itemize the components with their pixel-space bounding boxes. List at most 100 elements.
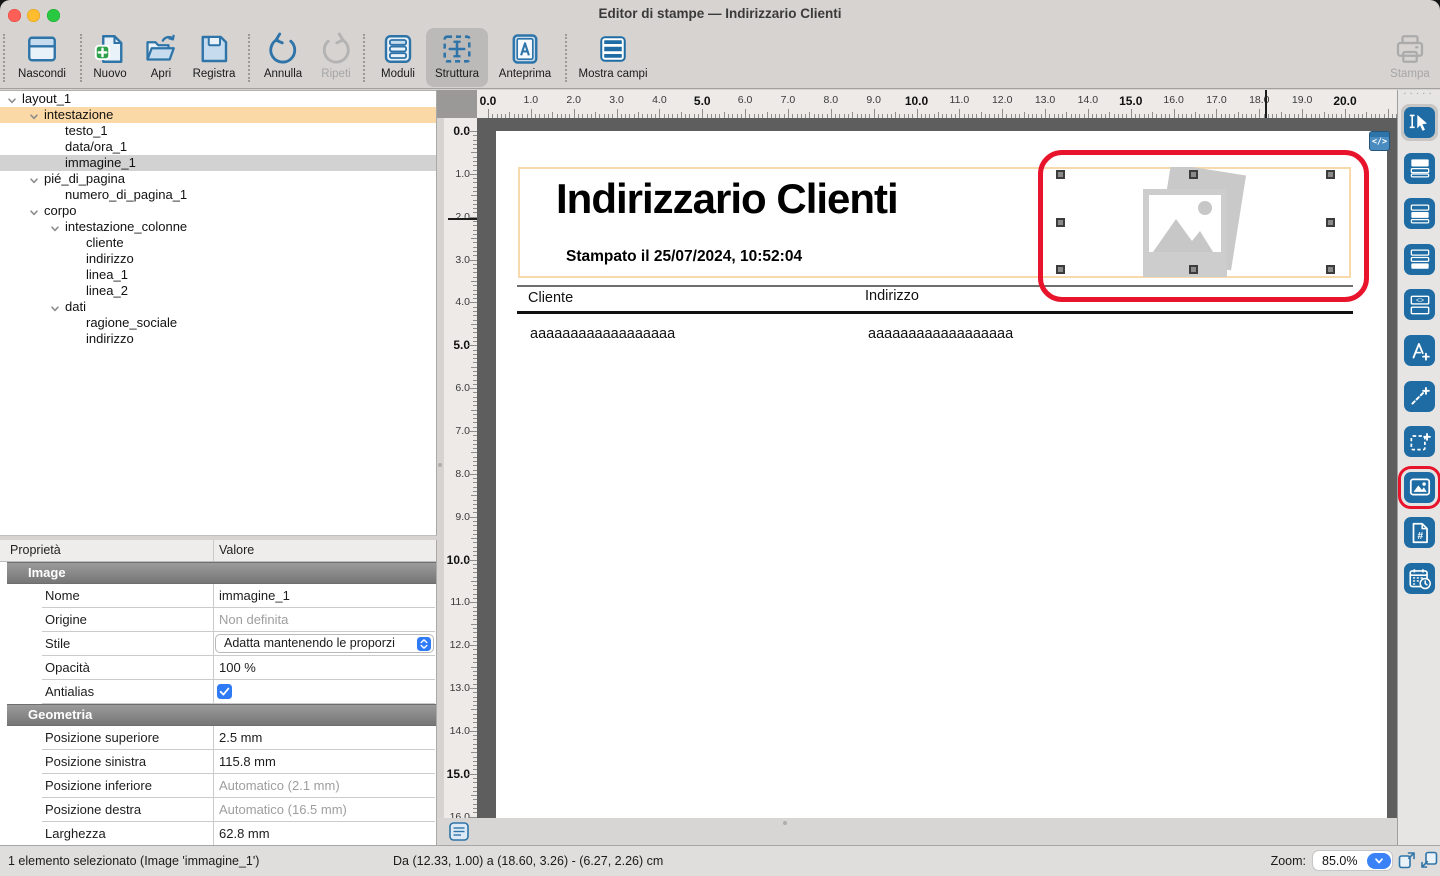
tree-item-indirizzo[interactable]: indirizzo <box>0 331 436 347</box>
ruler-label: 2.0 <box>566 94 581 106</box>
tree-item-dati[interactable]: dati <box>0 299 436 315</box>
toolbar-button-registra[interactable]: Registra <box>179 30 249 86</box>
toolbar-button-mostra_campi[interactable]: Mostra campi <box>578 30 648 86</box>
chevron-down-icon[interactable] <box>1367 853 1391 869</box>
chevron-down-icon[interactable] <box>29 206 39 216</box>
select-tool[interactable] <box>1404 107 1435 138</box>
property-row-nome[interactable]: Nome immagine_1 <box>42 584 435 608</box>
selection-handle[interactable] <box>1326 218 1335 227</box>
ruler-label: 15.0 <box>447 767 470 781</box>
canvas-viewport[interactable]: Indirizzario Clienti Stampato il 25/07/2… <box>477 118 1397 818</box>
chevron-down-icon[interactable] <box>7 94 17 104</box>
zoom-to-window-icon[interactable] <box>1420 851 1438 869</box>
chevron-down-icon[interactable] <box>29 110 39 120</box>
toolbar-button-anteprima[interactable]: Anteprima <box>490 30 560 86</box>
add-text-tool[interactable] <box>1404 335 1435 366</box>
add-page-number-tool[interactable]: # <box>1404 517 1435 548</box>
add-column-band-tool[interactable] <box>1404 198 1435 229</box>
ruler-label: 17.0 <box>1206 94 1226 106</box>
tree-item-immagine-1[interactable]: immagine_1 <box>0 155 436 171</box>
sidebar-drag-handle[interactable]: ····· <box>1398 88 1440 99</box>
tree-item-label: ragione_sociale <box>86 315 177 331</box>
column-header-cliente[interactable]: Cliente <box>528 290 573 306</box>
add-image-tool[interactable] <box>1404 472 1435 503</box>
tree-item-data-ora-1[interactable]: data/ora_1 <box>0 139 436 155</box>
property-row-antialias[interactable]: Antialias <box>42 680 435 704</box>
property-row-posizione-sinistra[interactable]: Posizione sinistra115.8 mm <box>42 750 435 774</box>
image-placeholder-icon <box>1141 167 1253 279</box>
selection-handle[interactable] <box>1056 265 1065 274</box>
property-row-posizione-superiore[interactable]: Posizione superiore2.5 mm <box>42 726 435 750</box>
tree-item-label: corpo <box>44 203 77 219</box>
chevron-down-icon[interactable] <box>50 302 60 312</box>
chevron-down-icon[interactable] <box>29 174 39 184</box>
property-row-posizione-destra[interactable]: Posizione destraAutomatico (16.5 mm) <box>42 798 435 822</box>
report-page[interactable]: Indirizzario Clienti Stampato il 25/07/2… <box>496 131 1387 818</box>
data-cell-indirizzo[interactable]: aaaaaaaaaaaaaaaaaa <box>868 326 1013 342</box>
ruler-label: 16.0 <box>450 811 470 818</box>
image-element-placeholder[interactable] <box>1141 167 1253 279</box>
property-row-posizione-inferiore[interactable]: Posizione inferioreAutomatico (2.1 mm) <box>42 774 435 798</box>
tree-item-intestazione-colonne[interactable]: intestazione_colonne <box>0 219 436 235</box>
selection-handle[interactable] <box>1189 170 1198 179</box>
property-row-opacit-[interactable]: Opacità100 % <box>42 656 435 680</box>
zoom-select[interactable]: 85.0% <box>1312 850 1393 871</box>
report-title-text[interactable]: Indirizzario Clienti <box>556 175 898 223</box>
tree-item-corpo[interactable]: corpo <box>0 203 436 219</box>
selection-handle[interactable] <box>1056 170 1065 179</box>
property-value[interactable]: immagine_1 <box>219 588 290 603</box>
add-line-tool[interactable] <box>1404 381 1435 412</box>
style-select[interactable]: Adatta mantenendo le proporzi <box>215 634 434 653</box>
column-header-bottom-line[interactable] <box>517 311 1353 314</box>
property-label: Nome <box>45 588 80 603</box>
zoom-to-fit-icon[interactable] <box>1398 851 1416 869</box>
property-value[interactable]: 115.8 mm <box>219 754 276 769</box>
panel-splitter-grip[interactable] <box>438 463 442 467</box>
property-row-larghezza[interactable]: Larghezza62.8 mm <box>42 822 435 845</box>
tree-item-numero-di-pagina-1[interactable]: numero_di_pagina_1 <box>0 187 436 203</box>
property-value[interactable]: 62.8 mm <box>219 826 270 841</box>
column-header-top-line[interactable] <box>517 285 1353 287</box>
selection-handle[interactable] <box>1056 218 1065 227</box>
add-code-band-tool[interactable]: <> <box>1404 289 1435 320</box>
antialias-checkbox[interactable] <box>217 684 232 699</box>
code-view-badge[interactable]: </> <box>1369 131 1390 151</box>
tree-item-pi-di-pagina[interactable]: pié_di_pagina <box>0 171 436 187</box>
property-label: Stile <box>45 636 70 651</box>
tree-item-cliente[interactable]: cliente <box>0 235 436 251</box>
property-row-stile[interactable]: Stile Adatta mantenendo le proporzi <box>42 632 435 656</box>
toolbar-button-struttura[interactable]: Struttura <box>422 30 492 86</box>
band-icon[interactable] <box>449 822 469 841</box>
toolbar-button-label: Struttura <box>422 68 492 80</box>
add-header-band-tool[interactable] <box>1404 153 1435 184</box>
add-text-icon <box>1407 338 1433 364</box>
property-value[interactable]: Non definita <box>219 612 288 627</box>
add-datetime-tool[interactable] <box>1404 563 1435 594</box>
column-header-indirizzo[interactable]: Indirizzo <box>865 288 919 304</box>
stepper-icon[interactable] <box>417 637 431 651</box>
selection-handle[interactable] <box>1326 170 1335 179</box>
tree-item-linea-2[interactable]: linea_2 <box>0 283 436 299</box>
toolbar-button-nascondi[interactable]: Nascondi <box>7 30 77 86</box>
property-value[interactable]: 2.5 mm <box>219 730 262 745</box>
tree-item-indirizzo[interactable]: indirizzo <box>0 251 436 267</box>
add-footer-band-tool[interactable] <box>1404 244 1435 275</box>
property-value[interactable]: Automatico (2.1 mm) <box>219 778 340 793</box>
selection-handle[interactable] <box>1326 265 1335 274</box>
data-cell-cliente[interactable]: aaaaaaaaaaaaaaaaaa <box>530 326 675 342</box>
tree-item-ragione-sociale[interactable]: ragione_sociale <box>0 315 436 331</box>
chevron-down-icon[interactable] <box>50 222 60 232</box>
tree-item-linea-1[interactable]: linea_1 <box>0 267 436 283</box>
tree-item-testo-1[interactable]: testo_1 <box>0 123 436 139</box>
splitter-grip[interactable] <box>783 821 787 825</box>
tree-item-intestazione[interactable]: intestazione <box>0 107 436 123</box>
property-row-origine[interactable]: OrigineNon definita <box>42 608 435 632</box>
selection-handle[interactable] <box>1189 265 1198 274</box>
add-rectangle-tool[interactable] <box>1404 426 1435 457</box>
property-value[interactable]: Automatico (16.5 mm) <box>219 802 347 817</box>
property-value[interactable]: 100 % <box>219 660 256 675</box>
ruler-label: 10.0 <box>905 94 928 108</box>
report-printed-date-text[interactable]: Stampato il 25/07/2024, 10:52:04 <box>566 248 802 266</box>
ruler-label: 15.0 <box>1119 94 1142 108</box>
tree-item-layout-1[interactable]: layout_1 <box>0 91 436 107</box>
